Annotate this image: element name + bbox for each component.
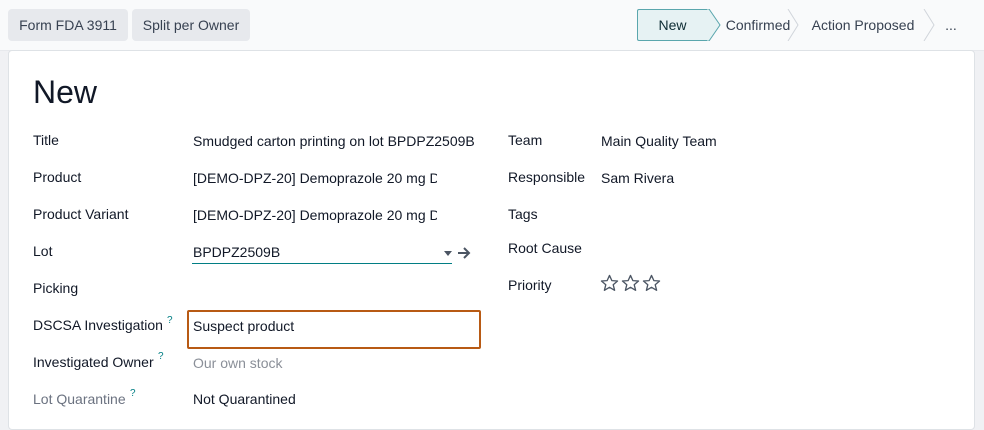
title-label: Title <box>33 132 59 148</box>
lot-input-underline <box>192 263 452 264</box>
lot-input[interactable]: BPDPZ2509B <box>193 243 433 261</box>
dscsa-investigation-field[interactable]: Suspect product <box>193 317 473 335</box>
chevron-down-icon[interactable] <box>444 251 452 256</box>
product-label: Product <box>33 169 82 185</box>
responsible-field[interactable]: Sam Rivera <box>601 169 901 187</box>
help-tooltip-icon[interactable]: ? <box>167 316 173 326</box>
form-sheet <box>8 50 975 430</box>
product-field[interactable]: [DEMO-DPZ-20] Demoprazole 20 mg D <box>193 169 437 187</box>
form-fda-3911-button[interactable]: Form FDA 3911 <box>8 9 128 41</box>
arrow-right-icon[interactable] <box>456 244 472 262</box>
help-tooltip-icon[interactable]: ? <box>158 352 164 362</box>
lot-label: Lot <box>33 243 53 259</box>
responsible-label: Responsible <box>508 169 586 185</box>
investigated-owner-field[interactable]: Our own stock <box>193 354 393 372</box>
team-field[interactable]: Main Quality Team <box>601 132 901 150</box>
record-title: New <box>33 74 98 110</box>
tags-label: Tags <box>508 206 538 222</box>
stage-action-proposed[interactable]: Action Proposed <box>799 9 927 41</box>
priority-star-icon[interactable] <box>642 274 661 292</box>
status-bar: New Confirmed Action Proposed ... <box>637 9 976 41</box>
picking-label: Picking <box>33 280 79 296</box>
root-cause-label: Root Cause <box>508 240 582 256</box>
priority-star-icon[interactable] <box>600 274 619 292</box>
lot-quarantine-label: Lot Quarantine <box>33 391 126 407</box>
team-label: Team <box>508 132 543 148</box>
stage-new[interactable]: New <box>637 9 707 41</box>
priority-star-icon[interactable] <box>621 274 640 292</box>
stage-more-button[interactable]: ... <box>931 9 971 41</box>
product-variant-label: Product Variant <box>33 206 129 222</box>
product-variant-field[interactable]: [DEMO-DPZ-20] Demoprazole 20 mg D <box>193 206 437 224</box>
dscsa-investigation-label: DSCSA Investigation <box>33 317 163 333</box>
priority-label: Priority <box>508 277 552 293</box>
investigated-owner-label: Investigated Owner <box>33 354 154 370</box>
split-per-owner-button[interactable]: Split per Owner <box>132 9 250 41</box>
stage-separator <box>787 9 799 41</box>
help-tooltip-icon[interactable]: ? <box>130 389 136 399</box>
lot-quarantine-field: Not Quarantined <box>193 391 296 407</box>
title-field[interactable]: Smudged carton printing on lot BPDPZ2509… <box>193 132 478 150</box>
